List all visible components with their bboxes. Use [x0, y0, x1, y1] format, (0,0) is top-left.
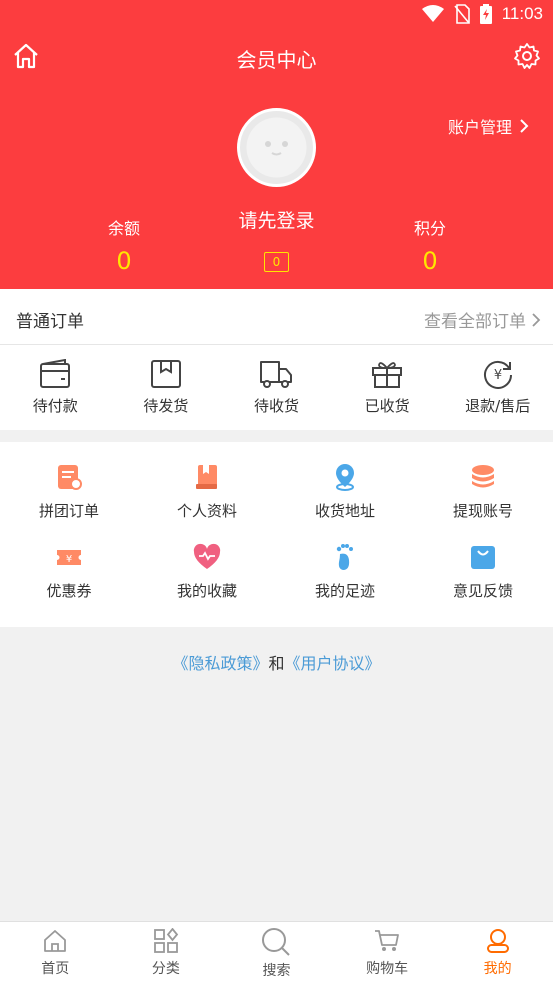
- wallet-icon: [40, 359, 71, 388]
- service-footprints[interactable]: 我的足迹: [276, 542, 414, 622]
- service-withdraw-account[interactable]: 提现账号: [414, 462, 552, 542]
- order-pending-receipt[interactable]: 待收货: [221, 359, 331, 416]
- order-item-label: 待付款: [32, 397, 78, 415]
- box-icon: [150, 360, 181, 388]
- tab-label: 首页: [41, 961, 70, 977]
- tab-label: 我的: [483, 961, 512, 977]
- service-favorites[interactable]: 我的收藏: [138, 542, 276, 622]
- service-group-order[interactable]: 拼团订单: [0, 462, 138, 542]
- service-profile[interactable]: 个人资料: [138, 462, 276, 542]
- status-bar: 11:03: [0, 0, 553, 30]
- order-item-label: 待发货: [143, 397, 189, 415]
- points-stat[interactable]: 积分 0: [370, 215, 490, 275]
- chevron-right-icon: [520, 119, 529, 133]
- member-header: 11:03 会员中心 账户管理 请先登录 余额 0 积分 0 0: [0, 0, 553, 289]
- service-label: 意见反馈: [452, 582, 513, 600]
- services-card: 拼团订单 个人资料 收货地址 提现账号 ¥ 优惠券 我的收藏 我的足迹 意见反馈: [0, 442, 553, 627]
- order-item-label: 退款/售后: [465, 397, 531, 415]
- order-pending-payment[interactable]: 待付款: [0, 359, 110, 416]
- refund-icon: ¥: [483, 360, 512, 389]
- gift-icon: [372, 362, 403, 388]
- service-label: 优惠券: [46, 582, 92, 600]
- category-icon: [153, 928, 179, 953]
- tab-label: 购物车: [366, 961, 409, 977]
- policy-and-text: 和: [268, 654, 285, 673]
- view-all-orders-link[interactable]: 查看全部订单: [424, 307, 541, 332]
- home-icon: [44, 930, 67, 952]
- svg-text:¥: ¥: [66, 554, 72, 565]
- service-label: 个人资料: [176, 502, 237, 520]
- tab-label: 搜索: [262, 963, 291, 979]
- coupon-icon: ¥: [57, 550, 81, 565]
- title-bar: 会员中心: [0, 38, 553, 78]
- policy-links: 《隐私政策》和《用户协议》: [0, 650, 553, 674]
- tab-mine[interactable]: 我的: [442, 922, 553, 983]
- privacy-policy-link[interactable]: 《隐私政策》: [172, 654, 268, 673]
- location-pin-icon: [336, 464, 354, 491]
- chevron-right-icon: [532, 312, 541, 327]
- cart-icon: [375, 930, 399, 951]
- service-feedback[interactable]: 意见反馈: [414, 542, 552, 622]
- bottom-tab-bar: 首页 分类 搜索 购物车 我的: [0, 921, 553, 983]
- tab-label: 分类: [151, 961, 180, 977]
- balance-value: 0: [116, 247, 132, 275]
- coins-icon: [472, 465, 494, 488]
- user-icon: [486, 929, 509, 953]
- profile-book-icon: [196, 465, 217, 489]
- tab-cart[interactable]: 购物车: [332, 922, 443, 983]
- status-time: 11:03: [501, 4, 543, 23]
- avatar-face-icon: [246, 117, 307, 178]
- service-address[interactable]: 收货地址: [276, 462, 414, 542]
- service-label: 提现账号: [452, 502, 513, 520]
- account-management-link[interactable]: 账户管理: [448, 114, 529, 138]
- no-sim-icon: [454, 4, 470, 24]
- orders-header: 普通订单 查看全部订单: [0, 289, 553, 345]
- orders-card: 普通订单 查看全部订单 待付款 待发货 待收货 已收货 ¥ 退款/售后: [0, 289, 553, 430]
- tab-search[interactable]: 搜索: [221, 922, 332, 983]
- view-all-orders-label: 查看全部订单: [424, 312, 526, 332]
- tab-category[interactable]: 分类: [111, 922, 222, 983]
- heart-icon: [193, 543, 221, 569]
- service-label: 我的收藏: [176, 582, 237, 600]
- balance-label: 余额: [107, 219, 140, 238]
- battery-icon: [479, 4, 492, 24]
- orders-title: 普通订单: [16, 312, 84, 332]
- page-title: 会员中心: [236, 48, 317, 72]
- order-received[interactable]: 已收货: [332, 359, 442, 416]
- user-agreement-link[interactable]: 《用户协议》: [285, 654, 381, 673]
- service-label: 收货地址: [314, 502, 375, 520]
- search-icon: [262, 928, 291, 956]
- service-coupon[interactable]: ¥ 优惠券: [0, 542, 138, 622]
- feedback-bag-icon: [471, 546, 495, 569]
- order-item-label: 已收货: [364, 397, 410, 415]
- service-label: 拼团订单: [38, 502, 99, 520]
- order-pending-shipment[interactable]: 待发货: [111, 359, 221, 416]
- gear-icon[interactable]: [513, 42, 541, 70]
- points-label: 积分: [413, 219, 446, 238]
- svg-text:¥: ¥: [494, 368, 502, 383]
- points-value: 0: [422, 247, 438, 275]
- truck-icon: [260, 361, 293, 388]
- balance-stat[interactable]: 余额 0: [64, 215, 184, 275]
- level-badge: 0: [264, 252, 289, 272]
- service-label: 我的足迹: [314, 582, 375, 600]
- group-order-icon: [58, 465, 82, 490]
- order-item-label: 待收货: [253, 397, 299, 415]
- tab-home[interactable]: 首页: [0, 922, 111, 983]
- avatar[interactable]: [237, 108, 316, 187]
- footprint-icon: [336, 544, 353, 570]
- wifi-icon: [421, 5, 444, 22]
- account-management-label: 账户管理: [447, 118, 512, 137]
- order-refund[interactable]: ¥ 退款/售后: [443, 359, 553, 416]
